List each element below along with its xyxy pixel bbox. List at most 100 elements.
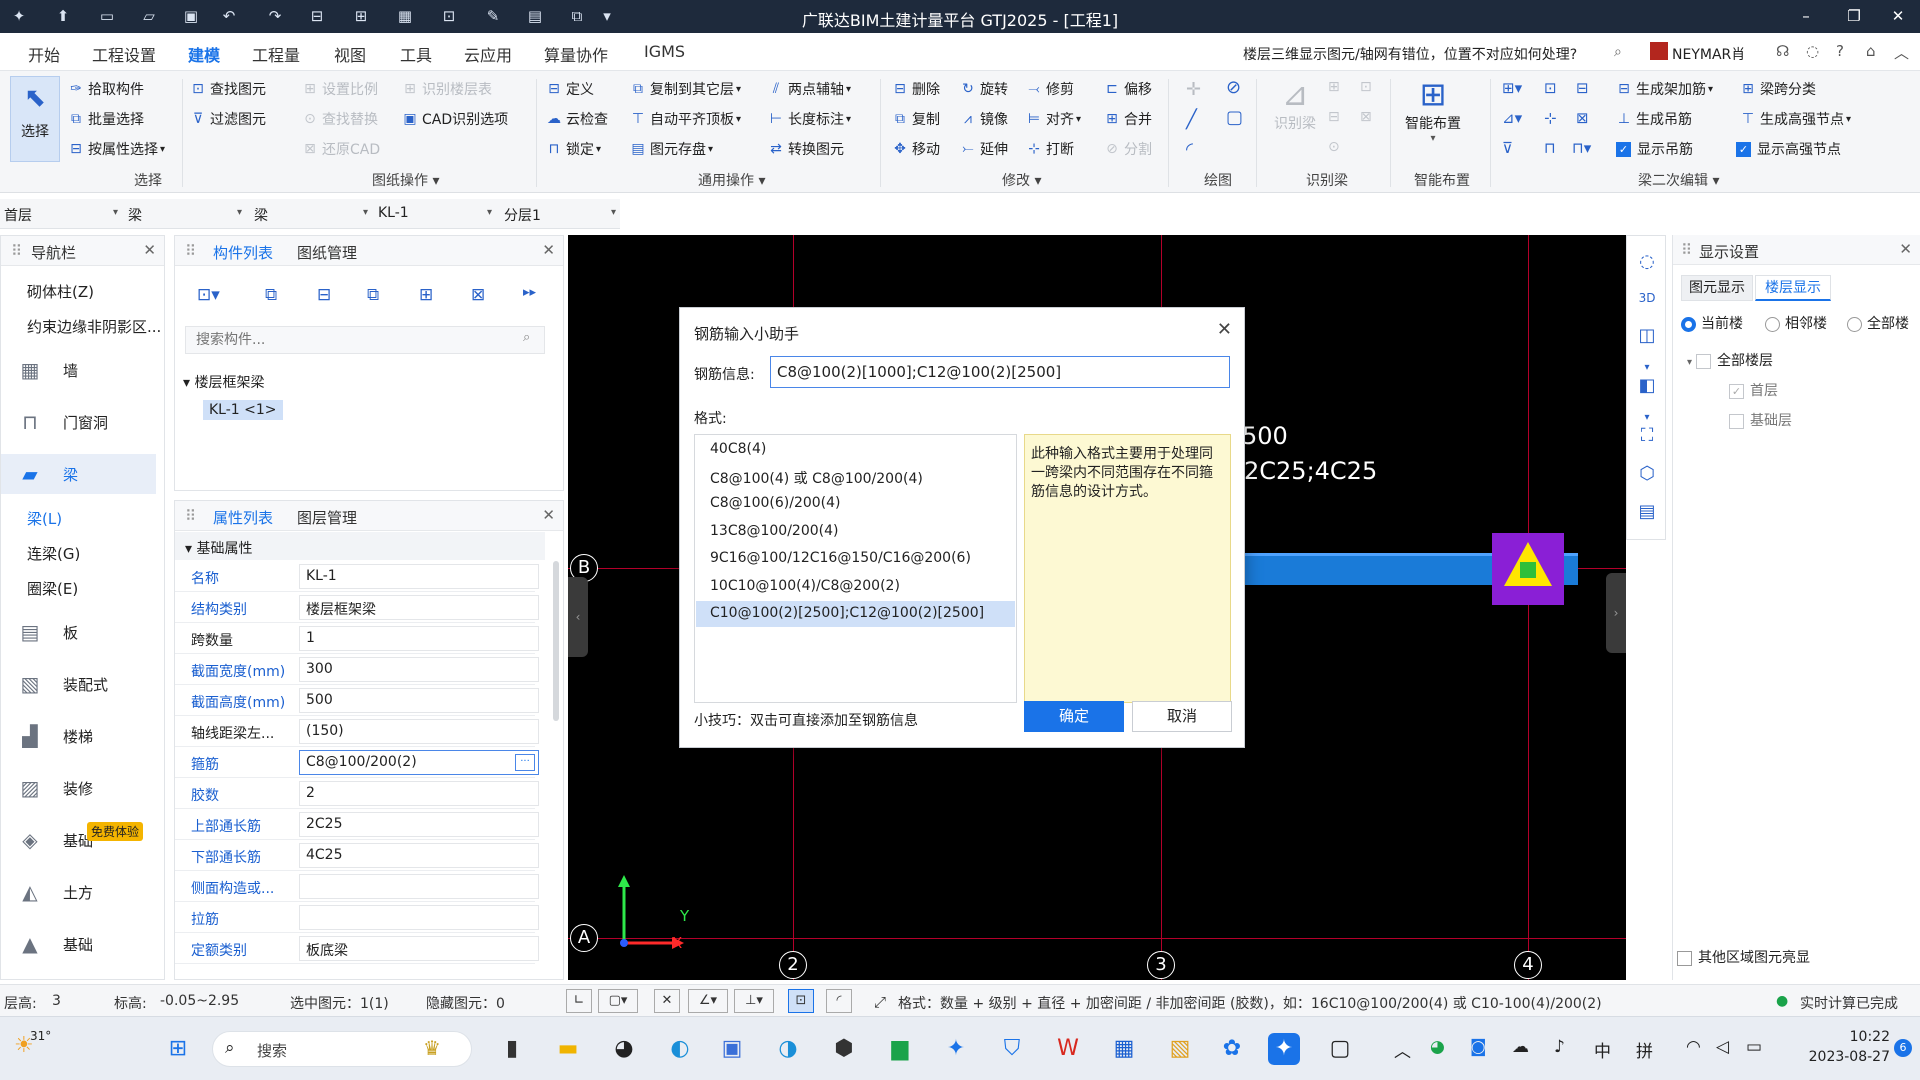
app-icon-shield[interactable]: ⛉ <box>996 1033 1028 1065</box>
type-dropdown[interactable]: 梁 ▾ <box>254 205 368 225</box>
circle-draw-icon[interactable]: ⊘ <box>1226 77 1241 98</box>
tray-app-icon[interactable]: ◙ <box>1470 1037 1487 1057</box>
taskbar-search[interactable]: ⌕ 搜索 ♛ <box>212 1031 472 1067</box>
import-icon[interactable]: ⊠ <box>471 285 485 305</box>
volume-icon[interactable]: ◁ <box>1716 1037 1729 1057</box>
app-icon-blue[interactable]: ✦ <box>940 1033 972 1065</box>
beam-tool-icon-1[interactable]: ⊞▾ <box>1502 79 1522 97</box>
tray-wechat-icon[interactable]: ◕ <box>1430 1037 1445 1057</box>
qq-icon[interactable]: ◕ <box>608 1033 640 1065</box>
tab-element-display[interactable]: 图元显示 <box>1681 275 1753 301</box>
prop-value[interactable]: 2C25 <box>299 812 539 837</box>
recognize-floor-table-button[interactable]: ⊞ 识别楼层表 <box>402 79 492 99</box>
store-icon[interactable]: ▣ <box>716 1033 748 1065</box>
format-item[interactable]: 13C8@100/200(4) <box>696 519 1015 545</box>
set-scale-button[interactable]: ⊞ 设置比例 <box>302 79 378 99</box>
close-icon[interactable]: ✕ <box>1878 4 1918 28</box>
nav-item-decoration[interactable]: ▨ 装修 <box>1 768 156 808</box>
skin-icon[interactable]: ⌂ <box>1866 42 1876 60</box>
recog-tool-icon-3[interactable]: ⊟ <box>1328 109 1340 125</box>
component-item-kl1[interactable]: KL-1 <1> <box>203 400 283 420</box>
tab-layer-management[interactable]: 图层管理 <box>297 507 357 528</box>
prop-value[interactable]: 2 <box>299 781 539 806</box>
mirror-button[interactable]: ⩘ 镜像 <box>960 109 1008 129</box>
section-basic-props[interactable]: ▾ 基础属性 <box>175 532 545 560</box>
beam-tool-icon-2[interactable]: ⊡ <box>1544 79 1557 97</box>
user-name[interactable]: NEYMAR肖 <box>1672 44 1745 64</box>
beam-tool-icon-8[interactable]: ⊓ <box>1544 139 1556 157</box>
orbit-icon[interactable]: ◌ <box>1635 250 1659 274</box>
length-mark-button[interactable]: ⊢ 长度标注 ▾ <box>768 109 851 129</box>
right-collapse-handle[interactable]: › <box>1606 573 1626 653</box>
angle-icon[interactable]: ∠▾ <box>688 989 728 1013</box>
show-high-node-checkbox[interactable]: ✓ 显示高强节点 <box>1736 139 1841 159</box>
select-by-attr-button[interactable]: ⊟ 按属性选择 ▾ <box>68 139 165 159</box>
tree-floor-foundation[interactable]: 基础层 <box>1729 410 1792 430</box>
browser-icon[interactable]: ◑ <box>772 1033 804 1065</box>
offset-button[interactable]: ⊏ 偏移 <box>1104 79 1152 99</box>
menu-project-settings[interactable]: 工程设置 <box>92 42 156 66</box>
two-point-axis-button[interactable]: ⫽ 两点辅轴 ▾ <box>768 79 851 99</box>
prop-value[interactable]: 300 <box>299 657 539 682</box>
pick-component-button[interactable]: ✑ 拾取构件 <box>68 79 144 99</box>
format-item[interactable]: 9C16@100/12C16@150/C16@200(6) <box>696 546 1015 572</box>
notification-badge[interactable]: 6 <box>1894 1039 1912 1057</box>
ime-pinyin[interactable]: 拼 <box>1636 1037 1653 1062</box>
move-button[interactable]: ✥ 移动 <box>892 139 940 159</box>
beam-tool-icon-3[interactable]: ⊟ <box>1576 79 1589 97</box>
group-general-label[interactable]: 通用操作 ▾ <box>698 170 765 190</box>
beam-tool-icon-9[interactable]: ⊓▾ <box>1572 139 1591 157</box>
drag-handle-icon[interactable]: ⠿ <box>185 507 196 525</box>
nav-item-wall[interactable]: ▦ 墙 <box>1 350 156 390</box>
help-question-link[interactable]: 楼层三维显示图元/轴网有错位，位置不对应如何处理? <box>1243 44 1577 64</box>
menu-tools[interactable]: 工具 <box>400 42 432 66</box>
task-view-icon[interactable]: ▮ <box>496 1033 528 1065</box>
recog-tool-icon-4[interactable]: ⊠ <box>1360 109 1372 125</box>
beam-tool-icon-5[interactable]: ⊹ <box>1544 109 1557 127</box>
tree-floor-1[interactable]: ✓ 首层 <box>1729 380 1778 400</box>
scrollbar[interactable] <box>553 561 559 721</box>
format-item[interactable]: C8@100(4) 或 C8@100/200(4) <box>696 464 1015 490</box>
component-dropdown[interactable]: KL-1 ▾ <box>378 205 492 221</box>
element-save-button[interactable]: ▤ 图元存盘 ▾ <box>630 139 713 159</box>
microphone-icon[interactable]: ♪ <box>1554 1037 1565 1057</box>
file-explorer-icon[interactable]: ▬ <box>552 1033 584 1065</box>
recog-tool-icon-5[interactable]: ⊙ <box>1328 139 1340 155</box>
line-icon[interactable]: ╱ <box>1186 109 1197 130</box>
show-hanger-checkbox[interactable]: ✓ 显示吊筋 <box>1616 139 1693 159</box>
copy-button[interactable]: ⧉ 复制 <box>892 109 940 129</box>
rebar-info-input[interactable] <box>770 356 1230 388</box>
cross-icon[interactable]: ✕ <box>654 989 680 1013</box>
cancel-button[interactable]: 取消 <box>1132 701 1232 732</box>
menu-view[interactable]: 视图 <box>334 42 366 66</box>
prop-value[interactable]: 4C25 <box>299 843 539 868</box>
tray-expand-icon[interactable]: ︿ <box>1394 1037 1411 1062</box>
find-elements-button[interactable]: ⊡ 查找图元 <box>190 79 266 99</box>
layer-copy-icon[interactable]: ⧉ <box>367 285 379 305</box>
gtj-app-icon[interactable]: ✦ <box>1268 1033 1300 1065</box>
recog-tool-icon-2[interactable]: ⊡ <box>1360 79 1372 95</box>
copy-component-icon[interactable]: ⧉ <box>265 285 277 305</box>
format-item[interactable]: C8@100(6)/200(4) <box>696 491 1015 517</box>
format-item[interactable]: 40C8(4) <box>696 437 1015 463</box>
restore-icon[interactable]: ❐ <box>1834 4 1874 28</box>
nav-item-prefab[interactable]: ▧ 装配式 <box>1 664 156 704</box>
nav-item-earthwork[interactable]: ◭ 土方 <box>1 872 156 912</box>
left-collapse-handle[interactable]: ‹ <box>568 577 588 657</box>
offset-snap-icon[interactable]: ⊥▾ <box>734 989 774 1013</box>
nav-item-beam[interactable]: ▰ 梁 <box>1 454 156 494</box>
category-dropdown[interactable]: 梁 ▾ <box>128 205 242 225</box>
layer-dropdown[interactable]: 分层1 ▾ <box>504 205 616 225</box>
radio-all-floors[interactable]: 全部楼 <box>1847 313 1909 333</box>
nav-sub-ring-beam[interactable]: 圈梁(E) <box>27 578 78 599</box>
beam-tool-icon-6[interactable]: ⊠ <box>1576 109 1589 127</box>
drag-handle-icon[interactable]: ⠿ <box>11 242 22 260</box>
convert-elements-button[interactable]: ⇄ 转换图元 <box>768 139 844 159</box>
group-drawing-label[interactable]: 图纸操作 ▾ <box>372 170 439 190</box>
headset-icon[interactable]: ☊ <box>1776 42 1789 60</box>
close-icon[interactable]: ✕ <box>143 241 156 259</box>
tree-group-frame-beam[interactable]: ▾ 楼层框架梁 <box>183 372 264 392</box>
auto-align-top-button[interactable]: ⊤ 自动平齐顶板 ▾ <box>630 109 741 129</box>
gen-hanger-button[interactable]: ⊥ 生成吊筋 <box>1616 109 1692 129</box>
tray-cloud-icon[interactable]: ☁ <box>1512 1037 1529 1057</box>
